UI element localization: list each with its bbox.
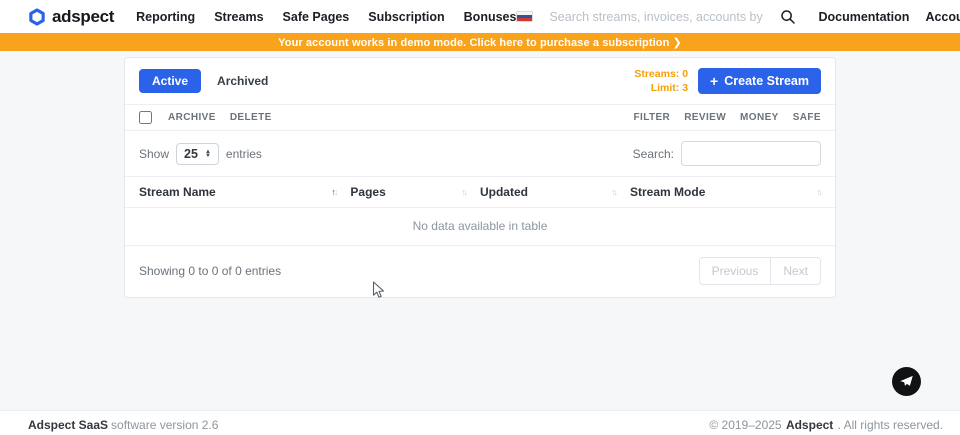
tab-active[interactable]: Active (139, 69, 201, 93)
safe-action[interactable]: SAFE (793, 112, 821, 123)
brand-name: adspect (52, 7, 114, 27)
entries-label: entries (226, 147, 262, 161)
tab-archived[interactable]: Archived (217, 74, 268, 88)
create-stream-button[interactable]: + Create Stream (698, 68, 821, 94)
sort-icon: ↑↓ (331, 187, 336, 197)
column-header-pages[interactable]: Pages ↑↓ (350, 185, 480, 199)
demo-banner-text: Your account works in demo mode. Click h… (278, 36, 682, 49)
table-search-label: Search: (633, 147, 674, 161)
column-header-stream-mode[interactable]: Stream Mode ↑↓ (630, 185, 821, 199)
page-footer: Adspect SaaSsoftware version 2.6 © 2019–… (0, 410, 960, 435)
nav-link-account[interactable]: Account (925, 10, 960, 24)
russian-flag-icon[interactable] (516, 11, 533, 22)
telegram-button[interactable] (892, 367, 921, 396)
sort-icon: ↑↓ (816, 187, 821, 197)
top-navbar: adspect Reporting Streams Safe Pages Sub… (0, 0, 960, 33)
column-header-stream-name[interactable]: Stream Name ↑↓ (139, 185, 350, 199)
telegram-plane-icon (899, 374, 914, 389)
nav-item-safe-pages[interactable]: Safe Pages (283, 10, 350, 24)
demo-mode-banner[interactable]: Your account works in demo mode. Click h… (0, 33, 960, 51)
empty-table-message: No data available in table (125, 208, 835, 246)
card-header: Active Archived Streams: 0 Limit: 3 + Cr… (125, 58, 835, 104)
next-page-button[interactable]: Next (770, 257, 821, 285)
nav-item-subscription[interactable]: Subscription (368, 10, 444, 24)
plus-icon: + (710, 76, 718, 86)
nav-item-bonuses[interactable]: Bonuses (464, 10, 517, 24)
hexagon-logo-icon (28, 8, 46, 26)
nav-item-reporting[interactable]: Reporting (136, 10, 195, 24)
table-search-input[interactable] (681, 141, 821, 166)
select-arrows-icon: ▲▼ (205, 150, 211, 158)
filter-action[interactable]: FILTER (634, 112, 671, 123)
table-header-row: Stream Name ↑↓ Pages ↑↓ Updated ↑↓ Strea… (125, 176, 835, 208)
streams-count: Streams: 0 (634, 67, 688, 81)
main-menu: Reporting Streams Safe Pages Subscriptio… (136, 10, 516, 24)
navbar-right: Documentation Account Sign Out (516, 9, 960, 25)
previous-page-button[interactable]: Previous (699, 257, 771, 285)
global-search-input[interactable] (549, 10, 764, 24)
column-header-updated[interactable]: Updated ↑↓ (480, 185, 630, 199)
table-footer: Showing 0 to 0 of 0 entries Previous Nex… (125, 246, 835, 297)
page-size-select[interactable]: 25 ▲▼ (176, 143, 219, 165)
show-label: Show (139, 147, 169, 161)
pagination: Previous Next (699, 257, 821, 285)
money-action[interactable]: MONEY (740, 112, 779, 123)
main-content: Active Archived Streams: 0 Limit: 3 + Cr… (0, 57, 960, 410)
sort-icon: ↑↓ (611, 187, 616, 197)
create-stream-label: Create Stream (724, 74, 809, 88)
nav-link-documentation[interactable]: Documentation (818, 10, 909, 24)
card-header-right: Streams: 0 Limit: 3 + Create Stream (634, 67, 821, 95)
page-size-group: Show 25 ▲▼ entries (139, 143, 262, 165)
stream-limits: Streams: 0 Limit: 3 (634, 67, 688, 95)
review-action[interactable]: REVIEW (684, 112, 726, 123)
page-size-value: 25 (184, 147, 198, 161)
select-all-checkbox[interactable] (139, 111, 152, 124)
delete-action[interactable]: DELETE (230, 112, 272, 123)
sort-icon: ↑↓ (461, 187, 466, 197)
footer-copyright: © 2019–2025 Adspect . All rights reserve… (709, 418, 943, 432)
archive-action[interactable]: ARCHIVE (168, 112, 216, 123)
footer-version: Adspect SaaSsoftware version 2.6 (28, 418, 218, 432)
entries-summary: Showing 0 to 0 of 0 entries (139, 264, 281, 278)
table-controls: Show 25 ▲▼ entries Search: (125, 131, 835, 176)
table-search-group: Search: (633, 141, 821, 166)
search-icon[interactable] (780, 9, 796, 25)
adspect-logo[interactable]: adspect (28, 7, 114, 27)
bulk-actions-toolbar: ARCHIVE DELETE FILTER REVIEW MONEY SAFE (125, 104, 835, 131)
nav-item-streams[interactable]: Streams (214, 10, 263, 24)
streams-card: Active Archived Streams: 0 Limit: 3 + Cr… (124, 57, 836, 298)
streams-limit: Limit: 3 (634, 81, 688, 95)
